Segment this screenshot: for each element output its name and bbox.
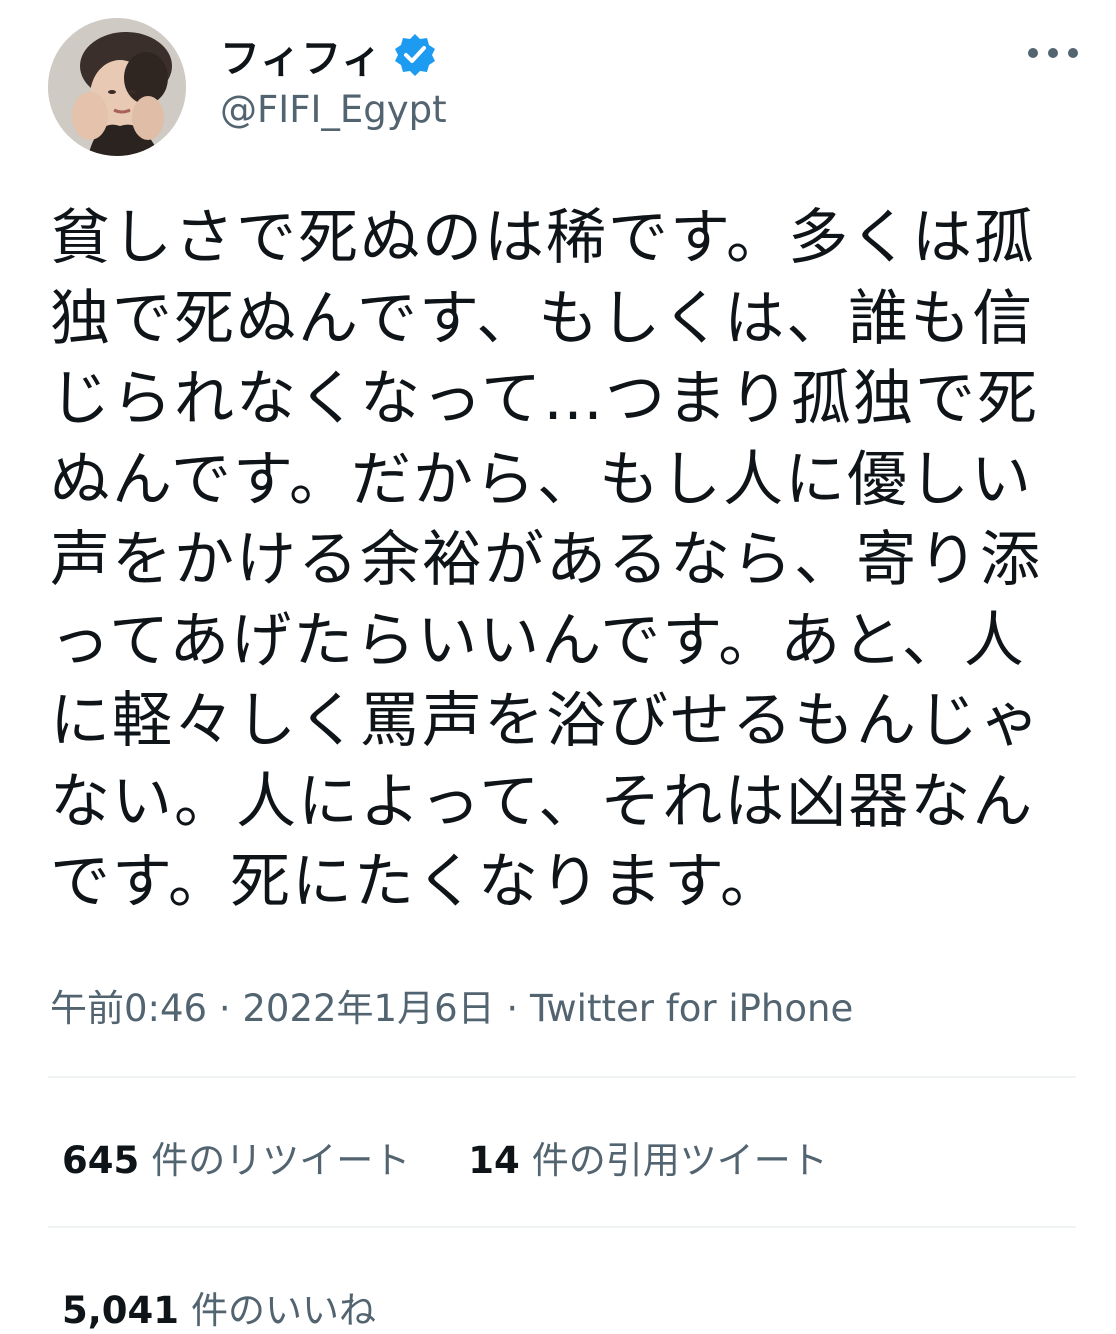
tweet-source[interactable]: Twitter for iPhone <box>530 987 853 1030</box>
tweet-text-line: ない。人によって、それは凶器なん <box>50 766 1035 837</box>
retweets-count: 645 <box>62 1139 140 1182</box>
tweet-detail: フィフィ @FIFI_Egypt 貧しさで死ぬのは稀です。多くは孤 独で死ぬんで… <box>0 0 1116 1332</box>
tweet-time[interactable]: 午前0:46 <box>50 987 207 1030</box>
tweet-text: 貧しさで死ぬのは稀です。多くは孤 独で死ぬんです、もしくは、誰も信 じられなくな… <box>50 198 1050 923</box>
likes-stat[interactable]: 5,041 件のいいね <box>62 1280 376 1334</box>
tweet-date[interactable]: 2022年1月6日 <box>242 987 494 1030</box>
likes-label: 件のいいね <box>191 1289 377 1332</box>
quotes-stat[interactable]: 14 件の引用ツイート <box>468 1130 828 1184</box>
meta-separator: · <box>506 987 530 1030</box>
tweet-text-line: ってあげたらいいんです。あと、人 <box>50 605 1026 676</box>
display-name[interactable]: フィフィ <box>220 26 382 84</box>
likes-row: 5,041 件のいいね <box>62 1280 376 1334</box>
divider <box>48 1076 1076 1078</box>
stats-row: 645 件のリツイート 14 件の引用ツイート <box>62 1130 828 1184</box>
meta-separator: · <box>218 987 243 1030</box>
avatar[interactable] <box>48 18 186 156</box>
likes-count: 5,041 <box>62 1289 180 1332</box>
quotes-label: 件の引用ツイート <box>531 1139 828 1182</box>
avatar-image <box>48 18 186 156</box>
display-name-row[interactable]: フィフィ <box>220 30 438 82</box>
verified-badge-icon <box>392 32 438 78</box>
tweet-text-line: 貧しさで死ぬのは稀です。多くは孤 <box>50 203 1036 273</box>
tweet-text-line: じられなくなって…つまり孤独で死 <box>50 364 1039 434</box>
tweet-text-line: 独で死ぬんです、もしくは、誰も信 <box>50 283 1035 354</box>
more-dots-icon[interactable] <box>1028 40 1078 66</box>
divider <box>48 1226 1076 1228</box>
retweets-label: 件のリツイート <box>151 1139 411 1182</box>
quotes-count: 14 <box>468 1139 520 1182</box>
tweet-text-line: に軽々しく罵声を浴びせるもんじゃ <box>50 686 1042 756</box>
tweet-text-line: ぬんです。だから、もし人に優しい <box>50 444 1033 515</box>
tweet-text-line: です。死にたくなります。 <box>50 847 782 917</box>
user-handle[interactable]: @FIFI_Egypt <box>220 88 447 131</box>
tweet-metadata: 午前0:46 · 2022年1月6日 · Twitter for iPhone <box>50 978 853 1032</box>
retweets-stat[interactable]: 645 件のリツイート <box>62 1130 410 1184</box>
tweet-text-line: 声をかける余裕があるなら、寄り添 <box>50 525 1042 595</box>
